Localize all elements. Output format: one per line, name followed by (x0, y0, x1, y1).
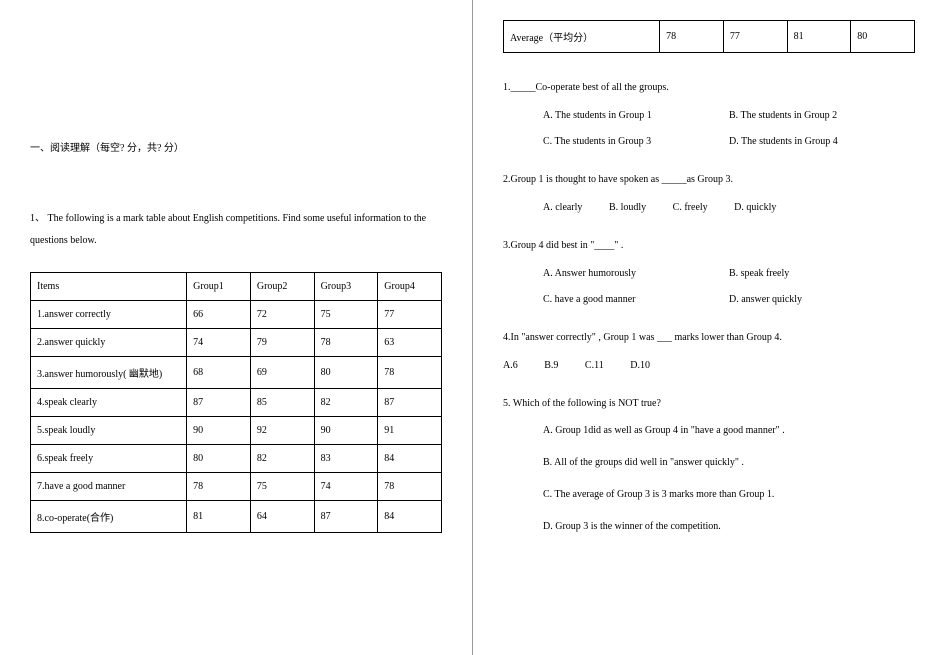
option-d: D. The students in Group 4 (729, 132, 915, 152)
cell-value: 69 (250, 357, 314, 389)
question-1: 1._____Co-operate best of all the groups… (503, 78, 915, 152)
cell-item: 1.answer correctly (31, 301, 187, 329)
cell-value: 84 (378, 445, 442, 473)
option-a: A. The students in Group 1 (543, 106, 729, 126)
option-a: A. clearly (543, 198, 582, 218)
option-b: B.9 (544, 356, 558, 376)
cell-value: 83 (314, 445, 378, 473)
cell-value: 85 (250, 389, 314, 417)
option-b: B. speak freely (729, 264, 915, 284)
option-c: C.11 (585, 356, 604, 376)
cell-value: 79 (250, 329, 314, 357)
option-d: D. quickly (734, 198, 776, 218)
cell-item: 7.have a good manner (31, 473, 187, 501)
option-d: D.10 (630, 356, 650, 376)
question-stem: 5. Which of the following is NOT true? (503, 394, 915, 414)
cell-value: 90 (187, 417, 251, 445)
option-c: C. have a good manner (543, 290, 729, 310)
cell-value: 72 (250, 301, 314, 329)
cell-item: 4.speak clearly (31, 389, 187, 417)
cell-value: 84 (378, 501, 442, 533)
option-a: A. Group 1did as well as Group 4 in "hav… (503, 422, 915, 440)
left-column: 一、阅读理解（每空? 分，共? 分） 1、 The following is a… (0, 0, 473, 655)
table-header-row: Items Group1 Group2 Group3 Group4 (31, 273, 442, 301)
avg-value: 78 (660, 21, 724, 53)
question-intro: 1、 The following is a mark table about E… (30, 208, 442, 252)
cell-value: 80 (314, 357, 378, 389)
cell-value: 81 (187, 501, 251, 533)
cell-item: 6.speak freely (31, 445, 187, 473)
header-group4: Group4 (378, 273, 442, 301)
cell-value: 78 (378, 473, 442, 501)
question-stem: 4.In "answer correctly" , Group 1 was __… (503, 328, 915, 348)
cell-value: 78 (187, 473, 251, 501)
option-a: A.6 (503, 356, 518, 376)
question-stem: 1._____Co-operate best of all the groups… (503, 78, 915, 98)
table-row: 6.speak freely 80 82 83 84 (31, 445, 442, 473)
table-row: 1.answer correctly 66 72 75 77 (31, 301, 442, 329)
table-row: 4.speak clearly 87 85 82 87 (31, 389, 442, 417)
table-row: 8.co-operate(合作) 81 64 87 84 (31, 501, 442, 533)
option-d: D. Group 3 is the winner of the competit… (503, 518, 915, 536)
cell-value: 90 (314, 417, 378, 445)
cell-value: 74 (187, 329, 251, 357)
avg-value: 77 (723, 21, 787, 53)
cell-item: 2.answer quickly (31, 329, 187, 357)
header-group2: Group2 (250, 273, 314, 301)
cell-value: 64 (250, 501, 314, 533)
average-table: Average（平均分） 78 77 81 80 (503, 20, 915, 53)
option-c: C. The average of Group 3 is 3 marks mor… (503, 486, 915, 504)
table-row: 5.speak loudly 90 92 90 91 (31, 417, 442, 445)
question-stem: 2.Group 1 is thought to have spoken as _… (503, 170, 915, 190)
question-5: 5. Which of the following is NOT true? A… (503, 394, 915, 536)
cell-value: 63 (378, 329, 442, 357)
header-group1: Group1 (187, 273, 251, 301)
cell-item: 3.answer humorously( 幽默地) (31, 357, 187, 389)
option-a: A. Answer humorously (543, 264, 729, 284)
table-row: Average（平均分） 78 77 81 80 (504, 21, 915, 53)
option-d: D. answer quickly (729, 290, 915, 310)
cell-value: 80 (187, 445, 251, 473)
section-title: 一、阅读理解（每空? 分，共? 分） (30, 140, 442, 158)
avg-label: Average（平均分） (504, 21, 660, 53)
cell-value: 66 (187, 301, 251, 329)
table-row: 3.answer humorously( 幽默地) 68 69 80 78 (31, 357, 442, 389)
avg-value: 80 (851, 21, 915, 53)
cell-value: 87 (187, 389, 251, 417)
cell-value: 82 (314, 389, 378, 417)
cell-value: 75 (314, 301, 378, 329)
option-c: C. The students in Group 3 (543, 132, 729, 152)
question-stem: 3.Group 4 did best in "____" . (503, 236, 915, 256)
option-b: B. All of the groups did well in "answer… (503, 454, 915, 472)
cell-value: 74 (314, 473, 378, 501)
question-3: 3.Group 4 did best in "____" . A. Answer… (503, 236, 915, 310)
cell-value: 78 (378, 357, 442, 389)
cell-value: 92 (250, 417, 314, 445)
header-items: Items (31, 273, 187, 301)
question-4: 4.In "answer correctly" , Group 1 was __… (503, 328, 915, 376)
cell-item: 5.speak loudly (31, 417, 187, 445)
marks-table: Items Group1 Group2 Group3 Group4 1.answ… (30, 272, 442, 533)
option-c: C. freely (673, 198, 708, 218)
avg-value: 81 (787, 21, 851, 53)
cell-value: 87 (314, 501, 378, 533)
cell-value: 75 (250, 473, 314, 501)
cell-value: 77 (378, 301, 442, 329)
cell-value: 82 (250, 445, 314, 473)
cell-value: 68 (187, 357, 251, 389)
cell-value: 78 (314, 329, 378, 357)
option-b: B. The students in Group 2 (729, 106, 915, 126)
header-group3: Group3 (314, 273, 378, 301)
question-2: 2.Group 1 is thought to have spoken as _… (503, 170, 915, 218)
table-row: 2.answer quickly 74 79 78 63 (31, 329, 442, 357)
cell-item: 8.co-operate(合作) (31, 501, 187, 533)
cell-value: 91 (378, 417, 442, 445)
option-b: B. loudly (609, 198, 646, 218)
right-column: Average（平均分） 78 77 81 80 1._____Co-opera… (473, 0, 945, 655)
cell-value: 87 (378, 389, 442, 417)
table-row: 7.have a good manner 78 75 74 78 (31, 473, 442, 501)
